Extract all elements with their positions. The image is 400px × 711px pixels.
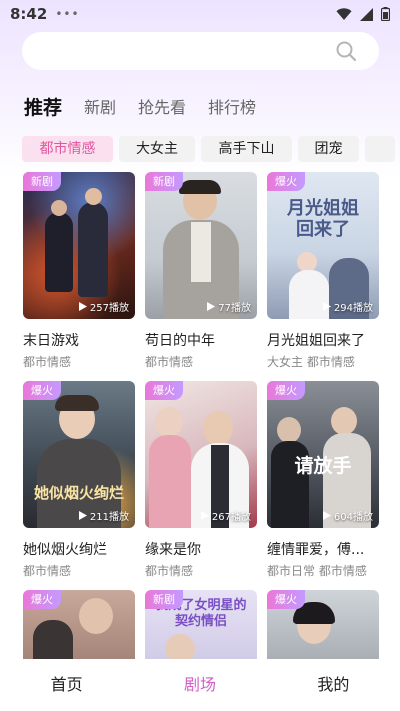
badge: 新剧 bbox=[145, 172, 183, 191]
poster-title: 她似烟火绚烂 bbox=[33, 484, 124, 502]
figure-shape bbox=[79, 598, 113, 634]
chip-more[interactable] bbox=[365, 136, 395, 162]
badge: 爆火 bbox=[23, 590, 61, 609]
drama-card[interactable]: 新剧 257播放 末日游戏 都市情感 bbox=[23, 172, 135, 370]
figure-shape bbox=[45, 212, 73, 292]
drama-tags: 都市情感 bbox=[145, 564, 194, 578]
chip-master[interactable]: 高手下山 bbox=[201, 136, 292, 162]
play-count: 294播放 bbox=[322, 299, 373, 314]
play-count-text: 604播放 bbox=[333, 512, 373, 523]
nav-home[interactable]: 首页 bbox=[0, 659, 133, 711]
figure-shape bbox=[331, 407, 357, 435]
drama-title: 缘来是你 bbox=[145, 542, 201, 558]
top-tabs: 推荐 新剧 抢先看 排行榜 bbox=[24, 92, 278, 120]
badge: 爆火 bbox=[23, 381, 61, 400]
figure-shape bbox=[85, 188, 102, 205]
drama-poster: 新剧 257播放 bbox=[23, 172, 135, 319]
poster-title: 月光姐姐回来了 bbox=[287, 198, 359, 240]
drama-tags: 都市情感 bbox=[145, 355, 194, 369]
figure-shape bbox=[78, 202, 108, 297]
drama-title: 她似烟火绚烂 bbox=[23, 542, 107, 558]
figure-shape bbox=[203, 411, 233, 445]
drama-poster: 她似烟火绚烂 爆火 211播放 bbox=[23, 381, 135, 528]
tab-early-access[interactable]: 抢先看 bbox=[138, 96, 186, 120]
drama-poster: 月光姐姐回来了 爆火 294播放 bbox=[267, 172, 379, 319]
play-count-text: 294播放 bbox=[333, 303, 373, 314]
badge: 爆火 bbox=[267, 590, 305, 609]
play-icon bbox=[322, 302, 331, 311]
badge: 爆火 bbox=[145, 381, 183, 400]
nav-profile[interactable]: 我的 bbox=[267, 659, 400, 711]
figure-shape bbox=[51, 200, 67, 216]
tab-recommend[interactable]: 推荐 bbox=[24, 96, 62, 120]
drama-card[interactable]: 她似烟火绚烂 爆火 211播放 她似烟火绚烂 都市情感 bbox=[23, 381, 135, 579]
drama-poster: 爆火 267播放 bbox=[145, 381, 257, 528]
play-count-text: 267播放 bbox=[211, 512, 251, 523]
badge: 爆火 bbox=[267, 381, 305, 400]
battery-icon bbox=[381, 7, 390, 21]
play-icon bbox=[322, 511, 331, 520]
drama-card[interactable]: 月光姐姐回来了 爆火 294播放 月光姐姐回来了 大女主 都市情感 bbox=[267, 172, 379, 370]
play-count-text: 77播放 bbox=[218, 303, 251, 314]
chip-pampered[interactable]: 团宠 bbox=[298, 136, 359, 162]
nav-theater[interactable]: 剧场 bbox=[133, 659, 266, 711]
wifi-icon bbox=[336, 7, 352, 20]
badge: 爆火 bbox=[267, 172, 305, 191]
tab-ranking[interactable]: 排行榜 bbox=[208, 96, 256, 120]
poster-title: 请放手 bbox=[294, 455, 352, 477]
play-count: 267播放 bbox=[200, 508, 251, 523]
figure-shape bbox=[191, 222, 211, 282]
play-count: 77播放 bbox=[207, 299, 251, 314]
drama-title: 月光姐姐回来了 bbox=[267, 333, 365, 349]
status-bar: 8:42 ••• bbox=[0, 0, 400, 28]
bottom-nav: 首页 剧场 我的 bbox=[0, 659, 400, 711]
figure-shape bbox=[55, 395, 99, 411]
play-count-text: 257播放 bbox=[89, 303, 129, 314]
drama-tags: 都市情感 bbox=[23, 564, 72, 578]
play-icon bbox=[200, 511, 209, 520]
figure-shape bbox=[277, 417, 301, 443]
play-icon bbox=[78, 511, 87, 520]
search-icon[interactable] bbox=[335, 40, 357, 62]
figure-shape bbox=[155, 407, 183, 437]
search-bar[interactable] bbox=[22, 32, 379, 70]
figure-shape bbox=[297, 252, 317, 272]
drama-tags: 都市日常 都市情感 bbox=[267, 564, 367, 578]
badge: 新剧 bbox=[145, 590, 183, 609]
drama-poster: 请放手 爆火 604播放 bbox=[267, 381, 379, 528]
signal-icon bbox=[360, 7, 373, 21]
drama-card[interactable]: 新剧 77播放 苟日的中年 都市情感 bbox=[145, 172, 257, 370]
drama-card[interactable]: 请放手 爆火 604播放 缠情罪爱，傅... 都市日常 都市情感 bbox=[267, 381, 379, 579]
notification-dots: ••• bbox=[55, 7, 80, 21]
drama-title: 末日游戏 bbox=[23, 333, 79, 349]
play-icon bbox=[207, 302, 216, 311]
tab-new[interactable]: 新剧 bbox=[84, 96, 116, 120]
figure-shape bbox=[149, 435, 191, 528]
drama-title: 缠情罪爱，傅... bbox=[267, 542, 365, 558]
drama-tags: 大女主 都市情感 bbox=[267, 355, 355, 369]
badge: 新剧 bbox=[23, 172, 61, 191]
drama-poster: 新剧 77播放 bbox=[145, 172, 257, 319]
chip-urban-romance[interactable]: 都市情感 bbox=[22, 136, 113, 162]
figure-shape bbox=[179, 180, 221, 194]
category-chips: 都市情感 大女主 高手下山 团宠 bbox=[22, 136, 400, 162]
play-count: 211播放 bbox=[78, 508, 129, 523]
drama-tags: 都市情感 bbox=[23, 355, 72, 369]
play-count-text: 211播放 bbox=[89, 512, 129, 523]
chip-heroine[interactable]: 大女主 bbox=[119, 136, 195, 162]
play-icon bbox=[78, 302, 87, 311]
play-count: 604播放 bbox=[322, 508, 373, 523]
status-time: 8:42 bbox=[10, 5, 48, 23]
drama-card[interactable]: 爆火 267播放 缘来是你 都市情感 bbox=[145, 381, 257, 579]
play-count: 257播放 bbox=[78, 299, 129, 314]
drama-title: 苟日的中年 bbox=[145, 333, 215, 349]
